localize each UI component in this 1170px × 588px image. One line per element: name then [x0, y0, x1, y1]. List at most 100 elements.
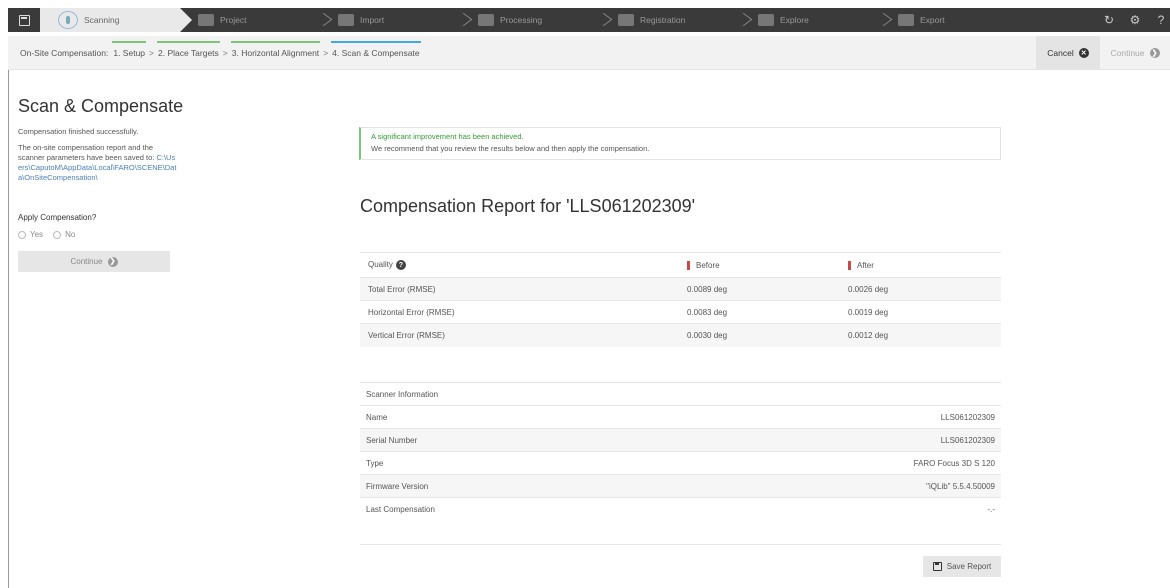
breadcrumb-step-setup[interactable]: 1. Setup [112, 40, 147, 58]
import-icon [338, 14, 354, 26]
apply-compensation-label: Apply Compensation? [18, 213, 97, 222]
workflow-tabs: Scanning Project Import Processing Regis… [40, 8, 1020, 32]
info-label: Name [360, 405, 658, 429]
info-label: Serial Number [360, 428, 658, 452]
tab-label: Scanning [84, 15, 120, 25]
info-value: FARO Focus 3D S 120 [657, 451, 1001, 475]
workflow-tab-bar: Scanning Project Import Processing Regis… [8, 8, 1170, 32]
tab-label: Export [920, 15, 945, 25]
table-row: Vertical Error (RMSE) 0.0030 deg 0.0012 … [360, 323, 1001, 347]
help-icon[interactable]: ? [395, 260, 406, 270]
continue-button-top[interactable]: Continue ❯ [1100, 36, 1170, 70]
chevron-right-icon [878, 12, 888, 28]
breadcrumb-step-scan-compensate[interactable]: 4. Scan & Compensate [331, 40, 421, 58]
filter-icon [478, 14, 494, 26]
continue-button[interactable]: Continue ❯ [18, 251, 170, 272]
table-row: Firmware Version "iQLib" 5.5.4.50009 [360, 474, 1001, 498]
before-value: 0.0083 deg [679, 300, 840, 324]
export-icon [898, 14, 914, 26]
table-row: Name LLS061202309 [360, 405, 1001, 429]
notice-text: We recommend that you review the results… [371, 144, 650, 153]
tab-label: Import [360, 15, 385, 25]
save-icon [932, 562, 942, 571]
quality-label: Vertical Error (RMSE) [360, 323, 679, 347]
chevron-right-icon [738, 12, 748, 28]
scanner-icon [58, 11, 78, 29]
page-title: Scan & Compensate [18, 96, 184, 116]
info-label: Type [360, 451, 658, 475]
table-row: Type FARO Focus 3D S 120 [360, 451, 1001, 475]
tab-import[interactable]: Import [320, 8, 460, 32]
close-icon: ✕ [1078, 48, 1089, 58]
breadcrumb-label: On-Site Compensation: [20, 47, 109, 58]
left-panel: Scan & Compensate Compensation finished … [18, 96, 184, 272]
status-text: Compensation finished successfully. [18, 127, 139, 136]
breadcrumb: On-Site Compensation: 1. Setup > 2. Plac… [8, 36, 1170, 70]
report-title: Compensation Report for 'LLS061202309' [360, 196, 696, 216]
breadcrumb-separator: > [149, 47, 154, 58]
arrow-right-icon: ❯ [107, 256, 118, 267]
top-right-tools: ↻ ⚙ ? [1102, 8, 1170, 32]
tab-project[interactable]: Project [180, 8, 320, 32]
before-value: 0.0030 deg [679, 323, 840, 347]
explore-icon [758, 14, 774, 26]
quality-label: Horizontal Error (RMSE) [360, 300, 679, 324]
top-bar: Scanning Project Import Processing Regis… [0, 0, 1170, 36]
info-value: "iQLib" 5.5.4.50009 [657, 474, 1001, 498]
left-border [8, 70, 9, 588]
info-value: LLS061202309 [657, 428, 1001, 452]
breadcrumb-separator: > [222, 47, 228, 58]
cancel-button[interactable]: Cancel ✕ [1036, 36, 1100, 70]
chevron-right-icon [598, 12, 608, 28]
gear-icon[interactable]: ⚙ [1128, 13, 1142, 27]
registration-icon [618, 14, 634, 26]
help-icon[interactable]: ? [1154, 13, 1168, 27]
breadcrumb-step-place-targets[interactable]: 2. Place Targets [157, 40, 220, 58]
info-label: Last Compensation [360, 497, 658, 521]
after-value: 0.0012 deg [840, 323, 1001, 347]
radio-no[interactable]: No [53, 230, 75, 239]
cancel-label: Cancel [1047, 48, 1074, 58]
info-value: -.- [657, 497, 1001, 521]
continue-label: Continue [1110, 48, 1145, 58]
quality-header-row: Quality? Before After [360, 252, 1001, 278]
table-row: Horizontal Error (RMSE) 0.0083 deg 0.001… [360, 300, 1001, 324]
after-value: 0.0019 deg [840, 300, 1001, 324]
quality-table: Quality? Before After Total Error (RMSE)… [360, 252, 1001, 347]
before-header: Before [679, 252, 840, 278]
tab-scanning[interactable]: Scanning [40, 8, 192, 32]
notice-headline: A significant improvement has been achie… [371, 132, 524, 141]
before-value: 0.0089 deg [679, 277, 840, 301]
tab-label: Explore [780, 15, 809, 25]
tab-label: Registration [640, 15, 686, 25]
breadcrumb-separator: > [323, 47, 329, 58]
chevron-right-icon [318, 12, 328, 28]
arrow-right-icon: ❯ [1149, 48, 1160, 58]
scanner-header-row: Scanner Information [360, 382, 1001, 406]
tab-export[interactable]: Export [880, 8, 1020, 32]
breadcrumb-step-horizontal-alignment[interactable]: 3. Horizontal Alignment [230, 40, 321, 58]
saved-text: The on-site compensation report and the … [18, 143, 155, 162]
scanner-info-table: Scanner Information Name LLS061202309 Se… [360, 382, 1001, 521]
after-value: 0.0026 deg [840, 277, 1001, 301]
tab-processing[interactable]: Processing [460, 8, 600, 32]
saved-message: The on-site compensation report and the … [18, 143, 178, 183]
info-value: LLS061202309 [657, 405, 1001, 429]
tab-explore[interactable]: Explore [740, 8, 880, 32]
success-notice: A significant improvement has been achie… [359, 127, 1001, 160]
wizard-actions: Cancel ✕ Continue ❯ [1036, 36, 1170, 70]
table-row: Serial Number LLS061202309 [360, 428, 1001, 452]
save-report-button[interactable]: Save Report [923, 556, 1001, 577]
refresh-icon[interactable]: ↻ [1102, 13, 1116, 27]
tab-label: Project [220, 15, 247, 25]
divider [360, 544, 1001, 545]
chevron-right-icon [458, 12, 468, 28]
folder-icon [198, 14, 214, 26]
tab-registration[interactable]: Registration [600, 8, 740, 32]
app-menu-icon[interactable] [8, 8, 40, 32]
quality-header: Quality? [360, 252, 679, 278]
radio-yes[interactable]: Yes [18, 230, 43, 239]
save-report-label: Save Report [946, 562, 992, 571]
table-row: Total Error (RMSE) 0.0089 deg 0.0026 deg [360, 277, 1001, 301]
after-header: After [840, 252, 1001, 278]
